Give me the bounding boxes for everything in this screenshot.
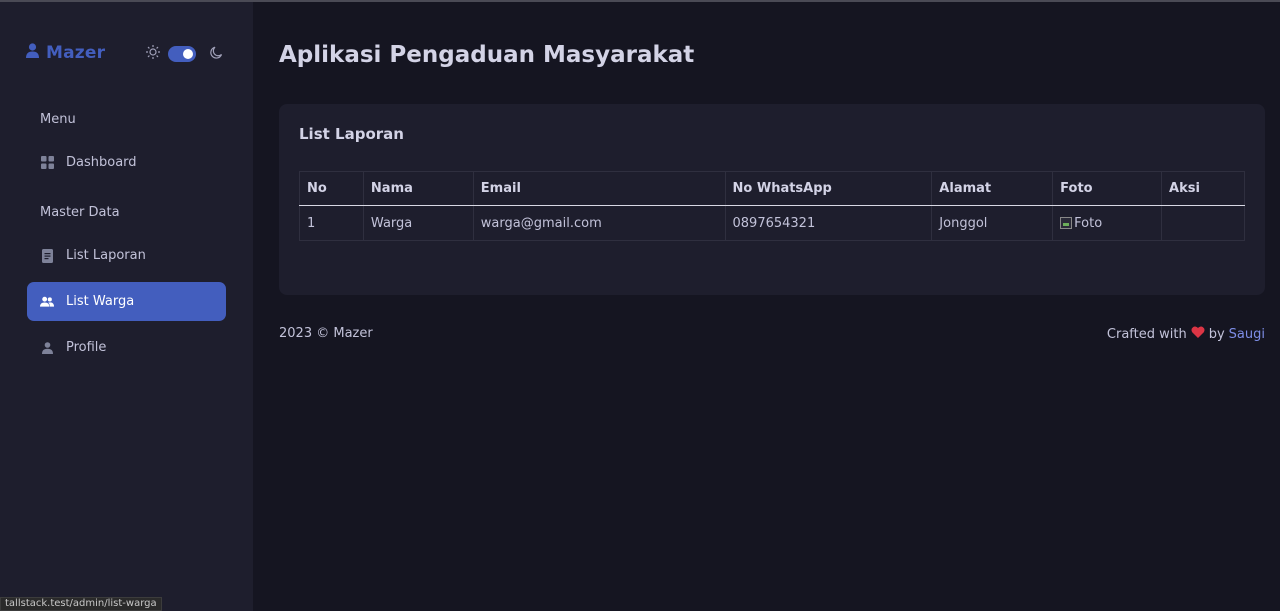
sun-icon [145, 44, 161, 64]
sidebar-item-list-warga[interactable]: List Warga [27, 282, 226, 321]
table-header-row: No Nama Email No WhatsApp Alamat Foto Ak… [299, 171, 1245, 206]
footer-credit: Crafted with by Saugi [1107, 326, 1265, 342]
sidebar-section-master-data: Master Data [40, 205, 120, 220]
table-row: 1 Warga warga@gmail.com 0897654321 Jongg… [299, 205, 1245, 241]
sidebar-section-menu: Menu [40, 112, 76, 127]
sidebar-item-dashboard[interactable]: Dashboard [27, 143, 226, 182]
sidebar-item-label: Profile [66, 340, 107, 355]
footer-crafted-text: Crafted with [1106, 326, 1187, 342]
column-header-whatsapp[interactable]: No WhatsApp [724, 171, 933, 206]
grid-icon [40, 156, 54, 170]
warga-table: No Nama Email No WhatsApp Alamat Foto Ak… [299, 171, 1245, 241]
cell-whatsapp: 0897654321 [724, 205, 933, 241]
foto-alt-text: Foto [1074, 215, 1103, 231]
sidebar-item-profile[interactable]: Profile [27, 328, 226, 367]
sidebar-item-list-laporan[interactable]: List Laporan [27, 236, 226, 275]
page-title: Aplikasi Pengaduan Masyarakat [279, 42, 695, 68]
broken-image-icon [1060, 217, 1073, 229]
author-link[interactable]: Saugi [1229, 327, 1265, 342]
theme-switcher [145, 44, 224, 64]
heart-icon [1191, 326, 1205, 342]
sidebar-item-label: Dashboard [66, 155, 137, 170]
column-header-email[interactable]: Email [472, 171, 726, 206]
theme-toggle[interactable] [168, 46, 196, 62]
document-icon [40, 248, 54, 263]
column-header-nama[interactable]: Nama [362, 171, 474, 206]
brand-logo[interactable]: Mazer [26, 40, 105, 66]
cell-alamat: Jonggol [931, 205, 1054, 241]
footer-by-text: by [1208, 326, 1225, 342]
footer-copyright: 2023 © Mazer [279, 326, 373, 341]
cell-no: 1 [299, 205, 364, 241]
cell-nama: Warga [362, 205, 474, 241]
people-icon [40, 295, 54, 309]
sidebar: Mazer Menu Dashboard Master Data List La… [0, 2, 253, 611]
sidebar-item-label: List Laporan [66, 248, 146, 263]
column-header-alamat[interactable]: Alamat [931, 171, 1054, 206]
sidebar-item-label: List Warga [66, 294, 135, 309]
column-header-foto[interactable]: Foto [1052, 171, 1163, 206]
cell-aksi [1161, 205, 1245, 241]
column-header-no[interactable]: No [299, 171, 364, 206]
cell-email: warga@gmail.com [472, 205, 726, 241]
person-icon [40, 341, 54, 355]
user-icon [26, 43, 39, 63]
moon-icon [209, 45, 224, 64]
report-card: List Laporan No Nama Email No WhatsApp A… [279, 104, 1265, 295]
cell-foto: Foto [1052, 205, 1163, 241]
status-bar-url: tallstack.test/admin/list-warga [0, 597, 162, 611]
card-title: List Laporan [299, 125, 404, 143]
brand-name: Mazer [46, 43, 106, 63]
column-header-aksi[interactable]: Aksi [1161, 171, 1245, 206]
